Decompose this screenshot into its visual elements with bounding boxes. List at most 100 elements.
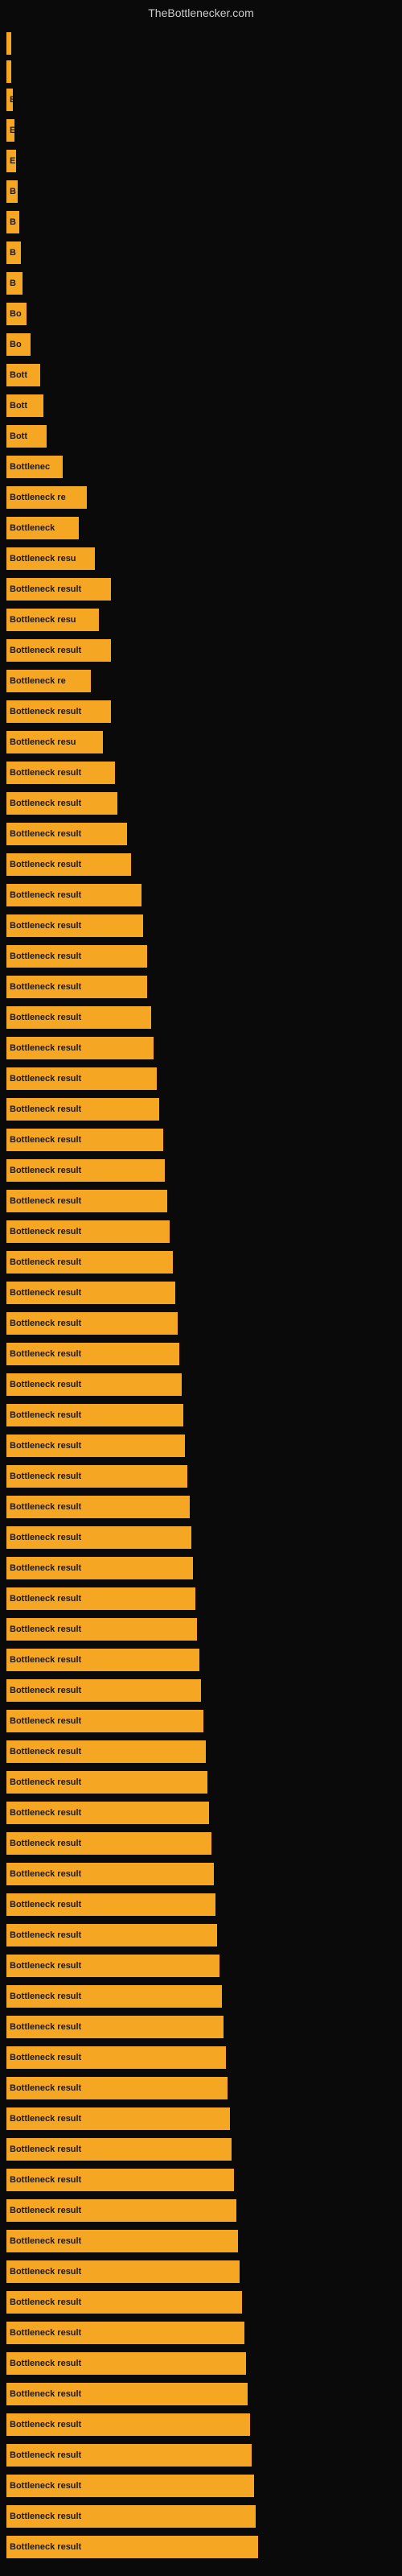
- bar-label: Bottleneck result: [10, 2328, 81, 2338]
- bar-item: Bottleneck result: [6, 2352, 246, 2375]
- bar-label: Bottleneck result: [10, 1563, 81, 1573]
- bar-item: Bottleneck result: [6, 1190, 167, 1212]
- bar-item: E: [6, 119, 14, 142]
- bar-item: Bottleneck result: [6, 1312, 178, 1335]
- bar-label: Bottleneck result: [10, 1594, 81, 1604]
- bar-label: Bottleneck result: [10, 2481, 81, 2491]
- bar-label: Bottleneck: [10, 523, 55, 533]
- bar-item: Bottleneck result: [6, 1526, 191, 1549]
- bar-item: Bott: [6, 425, 47, 448]
- bar-item: Bottleneck result: [6, 2077, 228, 2099]
- bar-label: Bottleneck result: [10, 2053, 81, 2062]
- bar-label: Bottleneck result: [10, 2420, 81, 2429]
- bar-item: Bottleneck result: [6, 2383, 248, 2405]
- bar-label: Bottlenec: [10, 462, 50, 472]
- bar-item: Bottleneck result: [6, 2260, 240, 2283]
- bar-item: Bo: [6, 333, 31, 356]
- bar-item: Bottleneck result: [6, 792, 117, 815]
- bar-item: Bott: [6, 364, 40, 386]
- bar-label: Bottleneck result: [10, 1257, 81, 1267]
- bar-label: Bottleneck result: [10, 1472, 81, 1481]
- bar-item: Bottleneck result: [6, 884, 142, 906]
- bar-label: Bottleneck result: [10, 2206, 81, 2215]
- bar-label: Bottleneck result: [10, 1104, 81, 1114]
- bar-item: Bottleneck result: [6, 2138, 232, 2161]
- bar-label: Bottleneck result: [10, 2389, 81, 2399]
- bar-label: Bottleneck result: [10, 2267, 81, 2277]
- bar-label: Bottleneck result: [10, 768, 81, 778]
- bar-label: Bottleneck result: [10, 829, 81, 839]
- bar-label: Bottleneck result: [10, 1961, 81, 1971]
- bar-item: Bottleneck result: [6, 1710, 203, 1732]
- bar-item: Bottleneck result: [6, 1129, 163, 1151]
- bar-label: Bott: [10, 370, 27, 380]
- bar-item: Bottleneck result: [6, 2536, 258, 2558]
- bar-label: Bottleneck result: [10, 1227, 81, 1236]
- bar-item: Bottleneck result: [6, 1802, 209, 1824]
- bar-label: Bo: [10, 340, 22, 349]
- bar-label: Bottleneck result: [10, 1441, 81, 1451]
- bar-item: Bottleneck result: [6, 1435, 185, 1457]
- bar-item: Bottleneck result: [6, 2230, 238, 2252]
- bar-label: Bottleneck result: [10, 1839, 81, 1848]
- bar-label: Bottleneck result: [10, 952, 81, 961]
- bar-label: Bottleneck result: [10, 2297, 81, 2307]
- bar-label: Bottleneck result: [10, 2114, 81, 2124]
- bar-item: B: [6, 272, 23, 295]
- bar-label: Bottleneck result: [10, 1349, 81, 1359]
- bar-label: B: [10, 248, 16, 258]
- bar-item: Bo: [6, 303, 27, 325]
- bar-label: Bottleneck result: [10, 799, 81, 808]
- bar-label: Bott: [10, 401, 27, 411]
- bar-item: Bottleneck result: [6, 1618, 197, 1641]
- bar-label: Bott: [10, 431, 27, 441]
- bar-item: Bottleneck result: [6, 2046, 226, 2069]
- bar-item: Bottleneck re: [6, 670, 91, 692]
- bar-item: Bottleneck result: [6, 578, 111, 601]
- bar-label: Bottleneck result: [10, 2175, 81, 2185]
- bar-item: Bottleneck result: [6, 2505, 256, 2528]
- bar-item: Bottleneck result: [6, 2322, 244, 2344]
- bar-item: Bottleneck resu: [6, 547, 95, 570]
- bar-label: Bottleneck result: [10, 1410, 81, 1420]
- bar-item: Bott: [6, 394, 43, 417]
- bar-label: Bottleneck result: [10, 1930, 81, 1940]
- bar-item: B: [6, 180, 18, 203]
- bar-item: B: [6, 242, 21, 264]
- bar-label: Bottleneck result: [10, 1166, 81, 1175]
- bar-item: Bottleneck result: [6, 1282, 175, 1304]
- bar-item: Bottleneck result: [6, 945, 147, 968]
- bar-label: E: [10, 126, 14, 135]
- bar-item: Bottleneck result: [6, 914, 143, 937]
- bar-item: Bottleneck result: [6, 1771, 207, 1794]
- bar-label: Bottleneck result: [10, 584, 81, 594]
- bar-label: Bottleneck result: [10, 2512, 81, 2521]
- bar-label: Bottleneck result: [10, 2359, 81, 2368]
- bar-item: Bottleneck result: [6, 639, 111, 662]
- bar-label: Bottleneck re: [10, 676, 66, 686]
- bar-label: Bottleneck result: [10, 1655, 81, 1665]
- bar-label: Bottleneck re: [10, 493, 66, 502]
- bar-item: Bottleneck result: [6, 1159, 165, 1182]
- bar-item: Bottleneck result: [6, 1496, 190, 1518]
- bar-label: Bottleneck result: [10, 1380, 81, 1389]
- bar-item: Bottleneck resu: [6, 609, 99, 631]
- site-title: TheBottlenecker.com: [148, 6, 254, 19]
- bar-label: Bottleneck result: [10, 1319, 81, 1328]
- bar-label: Bottleneck resu: [10, 554, 76, 564]
- bar-item: E: [6, 89, 13, 111]
- bar-label: Bottleneck result: [10, 1747, 81, 1757]
- bar-item: Bottleneck result: [6, 823, 127, 845]
- bar-label: Bottleneck result: [10, 890, 81, 900]
- bar-item: Bottleneck result: [6, 2413, 250, 2436]
- bar-item: Bottleneck result: [6, 1924, 217, 1946]
- bar-label: Bottleneck result: [10, 646, 81, 655]
- bar-label: Bottleneck result: [10, 860, 81, 869]
- bar-item: Bottleneck result: [6, 1037, 154, 1059]
- bar-item: Bottleneck result: [6, 1985, 222, 2008]
- bar-item: Bottleneck result: [6, 1557, 193, 1579]
- bar-item: [6, 32, 11, 55]
- bar-label: Bottleneck result: [10, 1043, 81, 1053]
- bar-item: B: [6, 211, 19, 233]
- bar-label: Bottleneck result: [10, 1869, 81, 1879]
